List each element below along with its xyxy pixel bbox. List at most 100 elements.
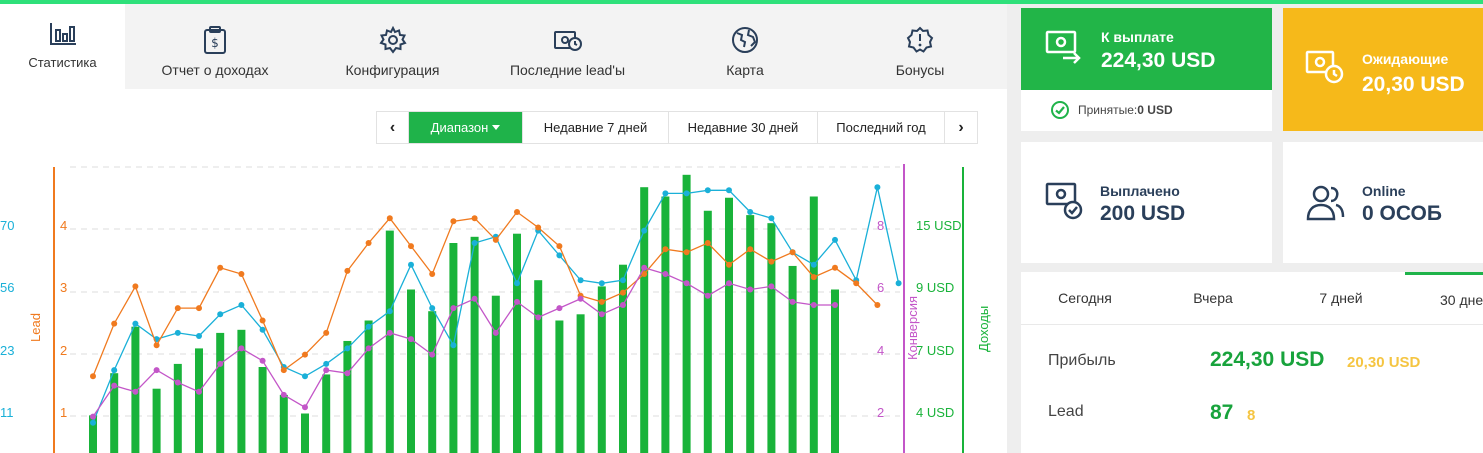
range-custom-dropdown[interactable]: Диапазон (409, 112, 523, 143)
series-point (832, 302, 838, 308)
series-point (789, 298, 796, 305)
series-point (747, 286, 754, 293)
series-point (323, 360, 330, 367)
series-point (683, 190, 690, 197)
series-point (238, 302, 245, 308)
income-bar (301, 413, 309, 453)
lead-value: 87 (1210, 401, 1234, 424)
series-point (111, 320, 118, 327)
paid-out-card: Выплачено 200 USD (1021, 142, 1272, 263)
series-point (302, 404, 308, 411)
series-point (196, 333, 202, 339)
income-bar (661, 196, 670, 453)
series-point (514, 280, 520, 287)
series-point (429, 271, 436, 277)
series-point (492, 236, 499, 243)
income-bar (195, 348, 203, 453)
lead-axis-title: Lead (28, 313, 43, 342)
teal-axis-tick: 23 (0, 343, 14, 358)
series-point (768, 215, 775, 222)
series-point (620, 302, 626, 308)
range-prev-button[interactable]: ‹ (377, 112, 409, 143)
income-bar (216, 332, 225, 453)
series-point (196, 388, 202, 395)
series-point (111, 367, 118, 374)
series-point (302, 373, 308, 380)
lead-axis-tick: 2 (60, 343, 67, 358)
caret-down-icon (492, 125, 501, 130)
range-next-button[interactable]: › (945, 112, 977, 143)
income-bar (809, 196, 818, 453)
series-point (641, 264, 648, 271)
lead-axis-tick: 3 (60, 280, 67, 295)
series-point (90, 413, 96, 420)
income-bar (534, 280, 543, 453)
series-point (365, 323, 372, 330)
income-bar (279, 394, 288, 453)
profit-pending: 20,30 USD (1347, 354, 1421, 371)
range-option-label: Недавние 30 дней (687, 120, 799, 135)
series-point (577, 277, 584, 284)
lead-label: Lead (1048, 403, 1084, 420)
users-icon (1305, 183, 1345, 226)
series-point (704, 187, 711, 194)
check-circle-icon (1051, 101, 1069, 124)
teal-axis-tick: 56 (0, 280, 14, 295)
series-point (365, 345, 372, 352)
series-point (726, 280, 732, 287)
teal-axis-tick: 11 (0, 405, 14, 420)
series-point (408, 336, 414, 343)
series-point (429, 351, 436, 358)
series-point (450, 218, 457, 225)
series-point (704, 292, 711, 299)
income-bar (576, 314, 585, 453)
series-point (662, 271, 669, 277)
series-point (832, 264, 838, 271)
series-point (323, 367, 330, 374)
range-last-7-days[interactable]: Недавние 7 дней (523, 112, 669, 143)
series-point (789, 249, 796, 256)
tabs-divider (1021, 324, 1483, 325)
series-point (556, 252, 563, 259)
series-point (556, 243, 563, 250)
series-point (853, 280, 860, 287)
series-point (598, 311, 605, 318)
pending-value: 20,30 USD (1362, 73, 1465, 96)
teal-axis-tick: 70 (0, 218, 14, 233)
income-bar (788, 265, 797, 453)
series-point (662, 190, 669, 197)
tab-label: Сегодня (1058, 290, 1112, 306)
series-point (217, 360, 224, 367)
series-point (683, 280, 690, 287)
tab-yesterday[interactable]: Вчера (1149, 272, 1277, 324)
series-point (895, 280, 902, 287)
series-point (90, 373, 96, 380)
series-point (132, 388, 139, 395)
series-point (535, 224, 542, 231)
series-point (259, 317, 266, 324)
chevron-left-icon: ‹ (389, 118, 396, 136)
series-point (810, 302, 817, 308)
tab-7-days[interactable]: 7 дней (1277, 272, 1405, 324)
range-option-label: Недавние 7 дней (543, 120, 648, 135)
series-point (598, 280, 605, 287)
series-point (450, 305, 457, 312)
money-transfer-icon (1045, 30, 1083, 69)
payout-title: К выплате (1101, 29, 1174, 45)
series-point (471, 240, 478, 246)
income-axis-tick: 4 USD (916, 405, 954, 420)
accepted-amount: Принятые:0 USD (1078, 103, 1173, 117)
series-point (535, 314, 542, 321)
tab-today[interactable]: Сегодня (1021, 272, 1149, 324)
series-point (238, 271, 245, 277)
tab-30-days[interactable]: 30 дне (1405, 272, 1483, 324)
income-bar (385, 230, 394, 453)
series-point (196, 305, 202, 312)
range-last-year[interactable]: Последний год (818, 112, 945, 143)
income-bar (364, 320, 373, 453)
range-last-30-days[interactable]: Недавние 30 дней (669, 112, 818, 143)
conversion-axis-tick: 4 (877, 343, 884, 358)
series-point (344, 370, 351, 377)
series-line-2 (92, 211, 878, 377)
series-point (768, 283, 775, 290)
